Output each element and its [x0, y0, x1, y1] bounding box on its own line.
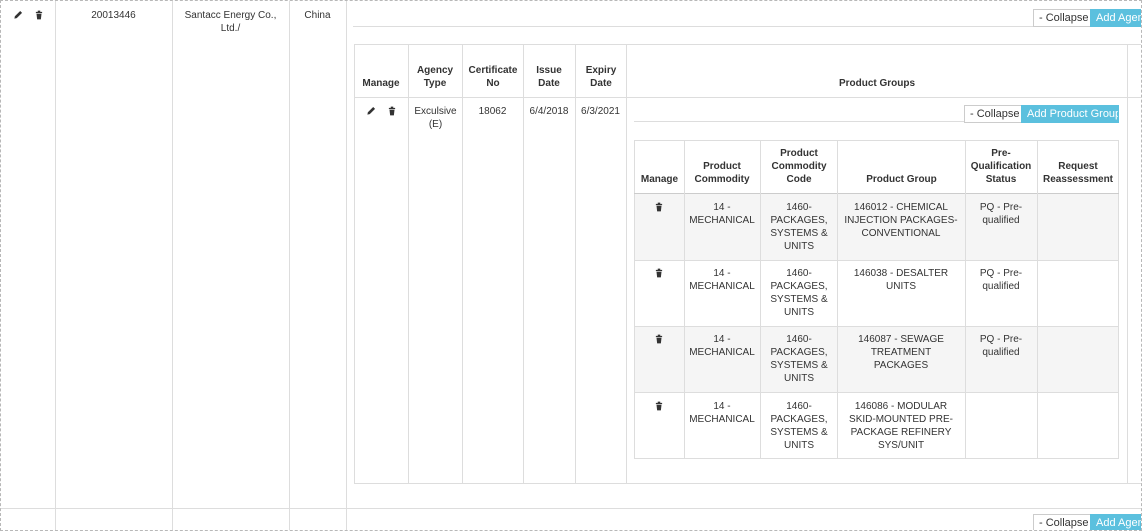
add-agency-button[interactable]: Add Agency [1090, 9, 1141, 27]
header-certificate-no: Certificate No [468, 65, 518, 89]
header-agency-type: Agency Type [416, 65, 454, 89]
certificate-no: 18062 [478, 106, 507, 117]
trash-icon[interactable] [653, 267, 665, 279]
product-commodity: 14 - MECHANICAL [689, 401, 755, 425]
product-group: 146087 - SEWAGE TREATMENT PACKAGES [858, 334, 944, 371]
add-product-group-button[interactable]: Add Product Group [1021, 105, 1119, 123]
column-divider [1037, 140, 1038, 459]
product-commodity-code: 1460-PACKAGES, SYSTEMS & UNITS [770, 202, 828, 252]
row-divider [634, 260, 1119, 261]
column-divider [965, 140, 966, 459]
product-commodity-code: 1460-PACKAGES, SYSTEMS & UNITS [770, 334, 828, 384]
row-divider [1, 508, 1141, 509]
trash-icon[interactable] [653, 333, 665, 345]
add-agency-button[interactable]: Add Agency [1090, 514, 1141, 530]
product-group: 146038 - DESALTER UNITS [853, 268, 949, 292]
column-divider [1127, 44, 1128, 484]
product-commodity-code: 1460-PACKAGES, SYSTEMS & UNITS [770, 268, 828, 318]
prequalification-status: PQ - Pre-qualified [979, 202, 1023, 226]
toolbar-divider [353, 26, 1141, 27]
expiry-date: 6/3/2021 [581, 106, 620, 117]
column-divider [626, 44, 627, 484]
row-divider [634, 392, 1119, 393]
trash-icon[interactable] [653, 201, 665, 213]
column-divider [837, 140, 838, 459]
product-group: 146012 - CHEMICAL INJECTION PACKAGES-CON… [844, 202, 958, 239]
header-divider [634, 193, 1119, 194]
header-manage: Manage [640, 174, 679, 185]
column-divider [408, 44, 409, 484]
header-product-commodity: Product Commodity [694, 161, 750, 185]
trash-icon[interactable] [653, 400, 665, 412]
column-divider [55, 1, 56, 530]
company-name: Santacc Energy Co., Ltd./ [184, 10, 277, 34]
header-request-reassessment: Request Reassessment [1042, 161, 1114, 185]
column-divider [760, 140, 761, 459]
supplier-grid: 20013446 Santacc Energy Co., Ltd./ China… [0, 0, 1142, 531]
header-divider [354, 97, 1141, 98]
header-product-group: Product Group [866, 174, 937, 185]
header-product-commodity-code: Product Commodity Code [771, 148, 827, 185]
product-commodity-code: 1460-PACKAGES, SYSTEMS & UNITS [770, 401, 828, 451]
issue-date: 6/4/2018 [529, 106, 569, 117]
collapse-product-groups-button[interactable]: - Collapse [964, 105, 1026, 123]
prequalification-status: PQ - Pre-qualified [979, 268, 1023, 292]
header-issue-date: Issue Date [536, 65, 562, 89]
product-group: 146086 - MODULAR SKID-MOUNTED PRE-PACKAG… [849, 401, 953, 451]
header-manage: Manage [362, 78, 400, 89]
collapse-button[interactable]: - Collapse [1033, 514, 1095, 530]
trash-icon[interactable] [33, 9, 45, 21]
pencil-icon[interactable] [12, 9, 24, 21]
prequalification-status: PQ - Pre-qualified [979, 334, 1023, 358]
product-commodity: 14 - MECHANICAL [689, 202, 755, 226]
trash-icon[interactable] [386, 105, 398, 117]
country: China [304, 10, 331, 21]
column-divider [346, 1, 347, 530]
agency-type: Exculsive (E) [414, 106, 457, 130]
column-divider [172, 1, 173, 530]
pencil-icon[interactable] [365, 105, 377, 117]
header-prequalification-status: Pre-Qualification Status [970, 148, 1032, 185]
column-divider [289, 1, 290, 530]
product-commodity: 14 - MECHANICAL [689, 334, 755, 358]
collapse-button[interactable]: - Collapse [1033, 9, 1095, 27]
column-divider [684, 140, 685, 459]
vendor-id: 20013446 [91, 10, 136, 21]
header-expiry-date: Expiry Date [585, 65, 617, 89]
header-product-groups: Product Groups [838, 78, 916, 89]
product-commodity: 14 - MECHANICAL [689, 268, 755, 292]
row-divider [634, 326, 1119, 327]
